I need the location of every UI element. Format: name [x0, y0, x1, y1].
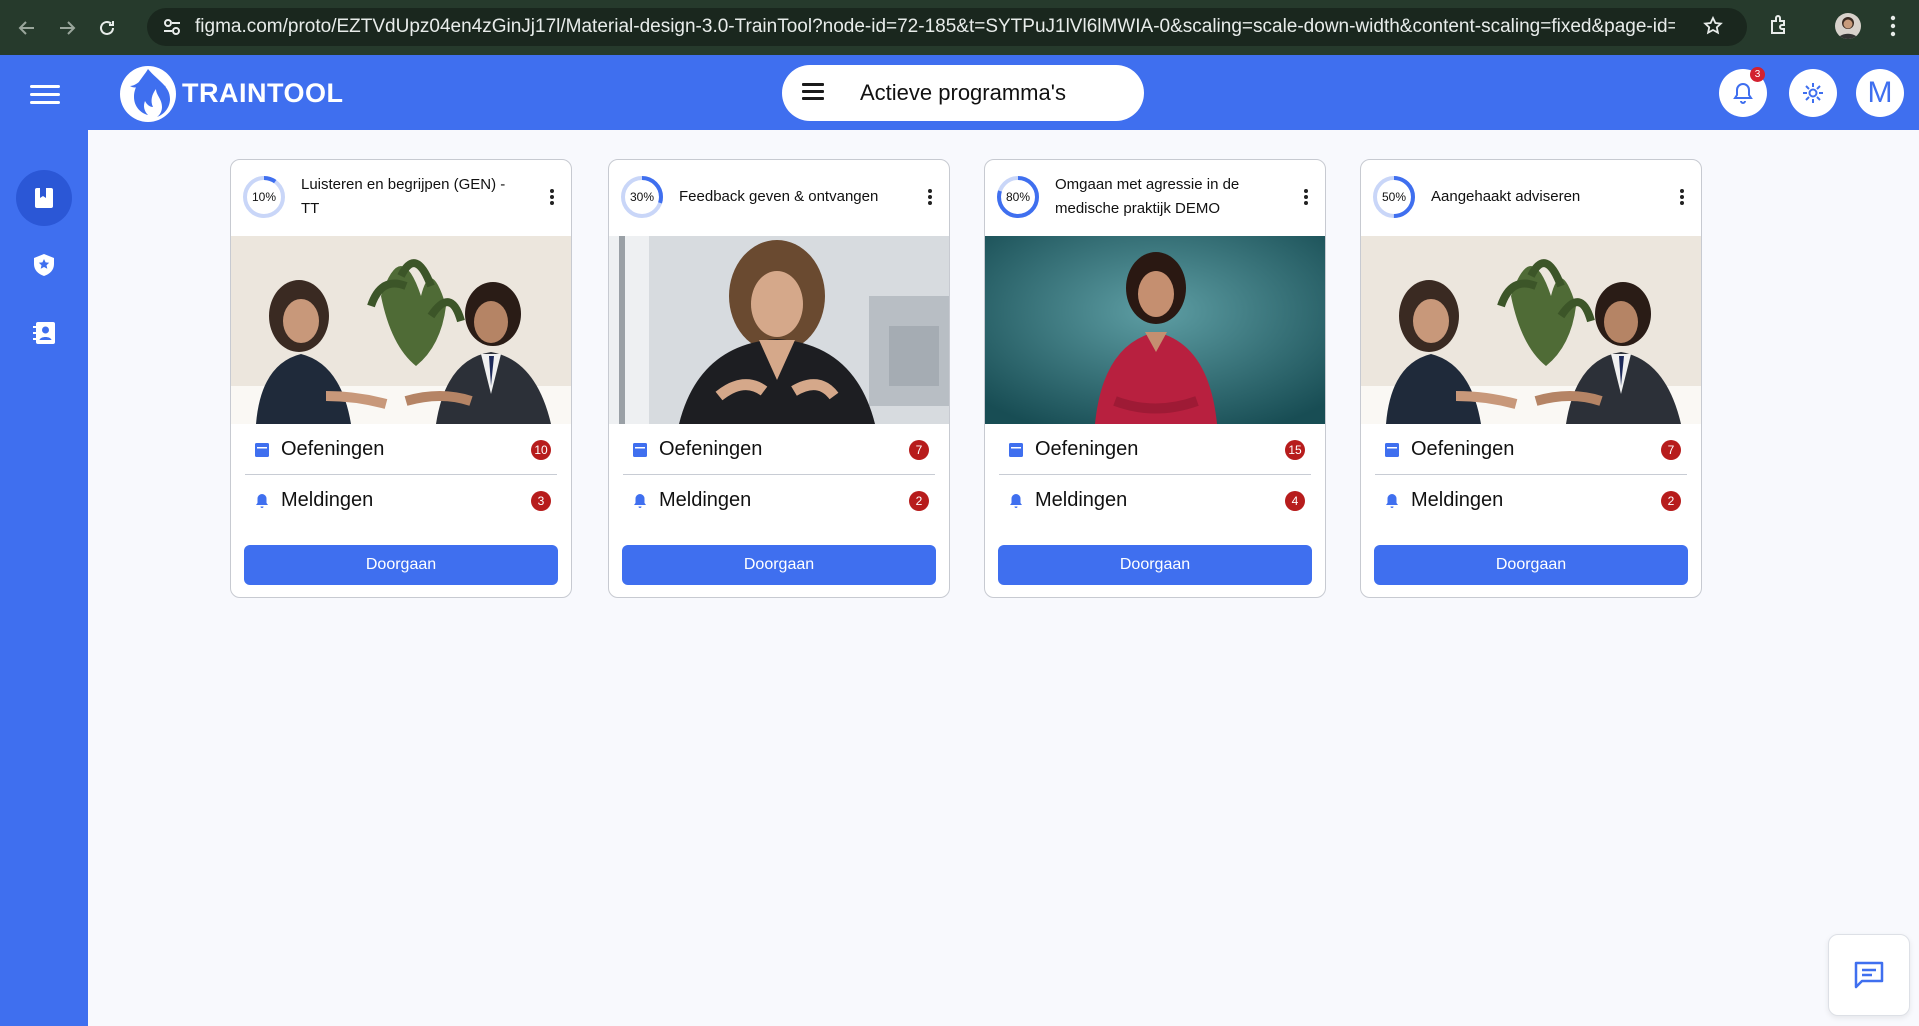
card-title: Aangehaakt adviseren — [1431, 188, 1581, 205]
card-image-two-people — [231, 236, 571, 424]
feedback-chat-button[interactable] — [1828, 934, 1910, 1016]
exercises-row[interactable]: Oefeningen 10 — [245, 424, 557, 475]
browser-menu-icon[interactable] — [1890, 14, 1896, 43]
continue-button[interactable]: Doorgaan — [244, 545, 558, 585]
progress-percent: 80% — [1005, 190, 1031, 204]
continue-button[interactable]: Doorgaan — [622, 545, 936, 585]
card-title: Omgaan met agressie in de medische prakt… — [1055, 176, 1240, 217]
exercises-count-badge: 15 — [1285, 440, 1305, 460]
continue-button[interactable]: Doorgaan — [1374, 545, 1688, 585]
notifications-count-badge: 4 — [1285, 491, 1305, 511]
exercises-row[interactable]: Oefeningen 7 — [623, 424, 935, 475]
bell-icon — [1733, 82, 1753, 104]
program-card[interactable]: 50% Aangehaakt adviseren Oefeningen 7 Me… — [1360, 159, 1702, 598]
bookmark-icon — [35, 188, 53, 208]
bell-icon — [1386, 493, 1398, 508]
card-title: Feedback geven & ontvangen — [679, 188, 879, 205]
calendar-icon — [633, 443, 647, 457]
program-card[interactable]: 80% Omgaan met agressie in de medische p… — [984, 159, 1326, 598]
back-icon[interactable] — [14, 15, 40, 41]
settings-button[interactable] — [1789, 69, 1837, 117]
sidebar-item-achievements[interactable] — [16, 237, 72, 293]
notifications-count-badge: 2 — [909, 491, 929, 511]
exercises-count-badge: 7 — [909, 440, 929, 460]
notifications-row[interactable]: Meldingen 2 — [623, 475, 935, 526]
active-programs-selector[interactable]: Actieve programma's — [782, 65, 1144, 121]
hamburger-menu-icon[interactable] — [30, 85, 60, 107]
menu-icon — [802, 82, 824, 104]
notifications-label: Meldingen — [659, 489, 752, 511]
logo-text: TRAINTOOL — [182, 77, 344, 108]
address-bar[interactable]: figma.com/proto/EZTVdUpz04en4zGinJj17l/M… — [147, 8, 1747, 46]
continue-button[interactable]: Doorgaan — [998, 545, 1312, 585]
site-settings-icon[interactable] — [159, 14, 185, 40]
shield-star-icon — [34, 254, 54, 276]
exercises-label: Oefeningen — [1411, 437, 1515, 460]
calendar-icon — [1009, 443, 1023, 457]
notifications-count-badge: 2 — [1661, 491, 1681, 511]
logo-flame-icon — [120, 66, 176, 122]
exercises-row[interactable]: Oefeningen 15 — [999, 424, 1311, 475]
notifications-row[interactable]: Meldingen 2 — [1375, 475, 1687, 526]
card-image-woman-red-shirt — [985, 236, 1325, 424]
url-text[interactable]: figma.com/proto/EZTVdUpz04en4zGinJj17l/M… — [195, 16, 1675, 38]
more-options-icon[interactable] — [1301, 186, 1311, 208]
exercises-label: Oefeningen — [1035, 437, 1139, 460]
notifications-row[interactable]: Meldingen 4 — [999, 475, 1311, 526]
traintool-logo[interactable]: TRAINTOOL — [118, 61, 344, 125]
notifications-label: Meldingen — [281, 489, 374, 511]
browser-toolbar: figma.com/proto/EZTVdUpz04en4zGinJj17l/M… — [0, 0, 1919, 55]
sidebar-item-contacts[interactable] — [16, 305, 72, 361]
card-image-two-people — [1361, 236, 1701, 424]
more-options-icon[interactable] — [547, 186, 557, 208]
program-card[interactable]: 30% Feedback geven & ontvangen Oefeninge… — [608, 159, 950, 598]
forward-icon[interactable] — [54, 15, 80, 41]
user-avatar-button[interactable]: M — [1856, 69, 1904, 117]
contact-book-icon — [33, 322, 55, 344]
chat-icon — [1854, 961, 1884, 989]
app-header: TRAINTOOL Actieve programma's 3 M — [0, 55, 1919, 130]
program-card[interactable]: 10% Luisteren en begrijpen (GEN) - TT Oe… — [230, 159, 572, 598]
notification-count-badge: 3 — [1750, 67, 1765, 82]
card-title: Luisteren en begrijpen (GEN) - TT — [301, 176, 506, 217]
exercises-count-badge: 7 — [1661, 440, 1681, 460]
sidebar — [0, 130, 88, 1026]
notifications-label: Meldingen — [1035, 489, 1128, 511]
extensions-icon[interactable] — [1768, 13, 1790, 40]
sidebar-item-programs[interactable] — [16, 170, 72, 226]
bookmark-star-icon[interactable] — [1703, 15, 1723, 41]
more-options-icon[interactable] — [1677, 186, 1687, 208]
exercises-label: Oefeningen — [281, 437, 385, 460]
notifications-button[interactable]: 3 — [1719, 67, 1767, 117]
avatar-letter: M — [1867, 76, 1893, 109]
notifications-label: Meldingen — [1411, 489, 1504, 511]
progress-percent: 50% — [1381, 190, 1407, 204]
more-options-icon[interactable] — [925, 186, 935, 208]
exercises-label: Oefeningen — [659, 437, 763, 460]
notifications-row[interactable]: Meldingen 3 — [245, 475, 557, 526]
bell-icon — [256, 493, 268, 508]
notifications-count-badge: 3 — [531, 491, 551, 511]
reload-icon[interactable] — [94, 15, 120, 41]
progress-percent: 30% — [629, 190, 655, 204]
progress-percent: 10% — [251, 190, 277, 204]
calendar-icon — [1385, 443, 1399, 457]
bell-icon — [1010, 493, 1022, 508]
card-image-woman-speaking — [609, 236, 949, 424]
exercises-row[interactable]: Oefeningen 7 — [1375, 424, 1687, 475]
exercises-count-badge: 10 — [531, 440, 551, 460]
main-content: 10% Luisteren en begrijpen (GEN) - TT Oe… — [88, 130, 1919, 1026]
browser-profile-avatar[interactable] — [1835, 13, 1861, 39]
calendar-icon — [255, 443, 269, 457]
page-title: Actieve programma's — [860, 80, 1066, 105]
gear-icon — [1803, 83, 1823, 103]
bell-icon — [634, 493, 646, 508]
